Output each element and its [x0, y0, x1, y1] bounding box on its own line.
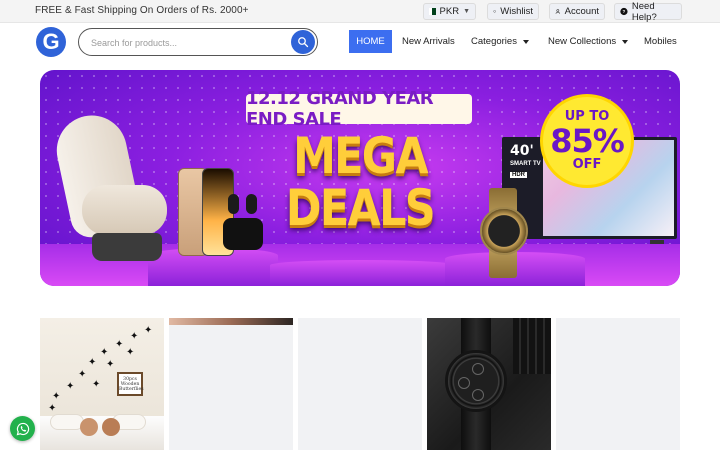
pillow-image — [50, 414, 84, 430]
butterfly-decal-icon: ✦ — [88, 357, 97, 368]
whatsapp-icon — [16, 422, 29, 435]
butterfly-decal-icon: ✦ — [144, 325, 153, 336]
shipping-promo-text: FREE & Fast Shipping On Orders of Rs. 20… — [35, 5, 249, 16]
badge-percent: 85% — [550, 122, 625, 160]
caret-down-icon — [522, 39, 529, 44]
search-button[interactable] — [291, 30, 315, 54]
nav-categories[interactable]: Categories — [471, 30, 529, 53]
butterfly-decal-icon: ✦ — [92, 379, 101, 390]
butterfly-decal-icon: ✦ — [106, 359, 115, 370]
whatsapp-chat-button[interactable] — [10, 416, 35, 441]
tv-stand — [650, 240, 664, 244]
wishlist-button[interactable]: Wishlist — [487, 3, 539, 20]
butterfly-decal-icon: ✦ — [66, 381, 75, 392]
top-bar: FREE & Fast Shipping On Orders of Rs. 20… — [0, 0, 720, 23]
tv-size-label: 40' — [510, 143, 534, 159]
need-help-button[interactable]: ? Need Help? — [614, 0, 682, 23]
heart-icon — [493, 10, 496, 13]
product-card-2[interactable] — [169, 318, 293, 450]
earbud-left-image — [228, 194, 239, 214]
search-bar — [78, 28, 318, 56]
nav-new-arrivals[interactable]: New Arrivals — [402, 30, 455, 53]
butterfly-decal-icon: ✦ — [52, 391, 61, 402]
butterfly-decal-icon: ✦ — [48, 403, 57, 414]
discount-badge: UP TO 85% OFF — [540, 94, 634, 188]
smartwatch-image — [480, 207, 528, 255]
nav-mobiles[interactable]: Mobiles — [644, 30, 677, 53]
product-frame-sign: 30pcs Wooden Butterflies — [117, 372, 144, 396]
caret-down-icon — [622, 39, 629, 44]
search-input[interactable] — [91, 35, 281, 50]
badge-off: OFF — [572, 157, 602, 172]
site-logo[interactable]: G — [36, 27, 66, 57]
currency-selector[interactable]: PKR ▼ — [423, 3, 476, 20]
keyboard-image — [513, 318, 551, 374]
nav-categories-label: Categories — [471, 36, 517, 47]
butterfly-decal-icon: ✦ — [100, 347, 109, 358]
help-label: Need Help? — [631, 0, 657, 23]
help-icon: ? — [620, 7, 628, 16]
product-card-butterflies[interactable]: ✦ ✦ ✦ ✦ ✦ ✦ ✦ ✦ ✦ ✦ ✦ ✦ 30pcs Wooden But… — [40, 318, 164, 450]
butterfly-decal-icon: ✦ — [115, 339, 124, 350]
earbud-right-image — [246, 194, 257, 214]
account-label: Account — [564, 6, 599, 17]
nav-new-collections-label: New Collections — [548, 36, 617, 47]
user-icon — [555, 9, 561, 14]
child-image — [80, 418, 98, 436]
pakistan-flag-icon — [429, 8, 436, 15]
product-card-3[interactable] — [298, 318, 422, 450]
search-icon — [298, 37, 309, 48]
sale-title: 12.12 GRAND YEAR END SALE — [246, 88, 472, 130]
product-card-5[interactable] — [556, 318, 680, 450]
watch-subdial — [472, 389, 484, 401]
nav-home[interactable]: HOME — [349, 30, 392, 53]
chair-base — [92, 233, 162, 261]
pedestal-center — [270, 260, 455, 286]
wrist-watch-image — [445, 350, 507, 412]
chair-seat — [82, 185, 167, 235]
child-image — [102, 418, 120, 436]
headline-line-1: MEGA — [293, 127, 429, 185]
account-button[interactable]: Account — [549, 3, 605, 20]
massage-chair-image — [50, 109, 172, 265]
watch-subdial — [458, 377, 470, 389]
tv-smart-label: SMART TV — [510, 161, 541, 167]
currency-label: PKR — [439, 6, 460, 17]
earbuds-case-image — [223, 218, 263, 250]
chevron-down-icon: ▼ — [463, 8, 470, 15]
butterfly-decal-icon: ✦ — [78, 369, 87, 380]
wishlist-label: Wishlist — [500, 6, 533, 17]
product-image-partial — [169, 318, 293, 325]
hero-banner[interactable]: 12.12 GRAND YEAR END SALE MEGA DEALS 40'… — [40, 70, 680, 286]
mega-deals-headline: MEGA DEALS — [283, 130, 438, 234]
svg-text:?: ? — [623, 9, 626, 14]
product-card-watch[interactable] — [427, 318, 551, 450]
headline-line-2: DEALS — [285, 179, 436, 237]
product-grid: ✦ ✦ ✦ ✦ ✦ ✦ ✦ ✦ ✦ ✦ ✦ ✦ 30pcs Wooden But… — [40, 318, 680, 450]
nav-new-collections[interactable]: New Collections — [548, 30, 629, 53]
butterfly-decal-icon: ✦ — [126, 347, 135, 358]
tv-hdr-badge: HDR — [510, 172, 527, 178]
watch-subdial — [472, 363, 484, 375]
butterfly-decal-icon: ✦ — [130, 331, 139, 342]
